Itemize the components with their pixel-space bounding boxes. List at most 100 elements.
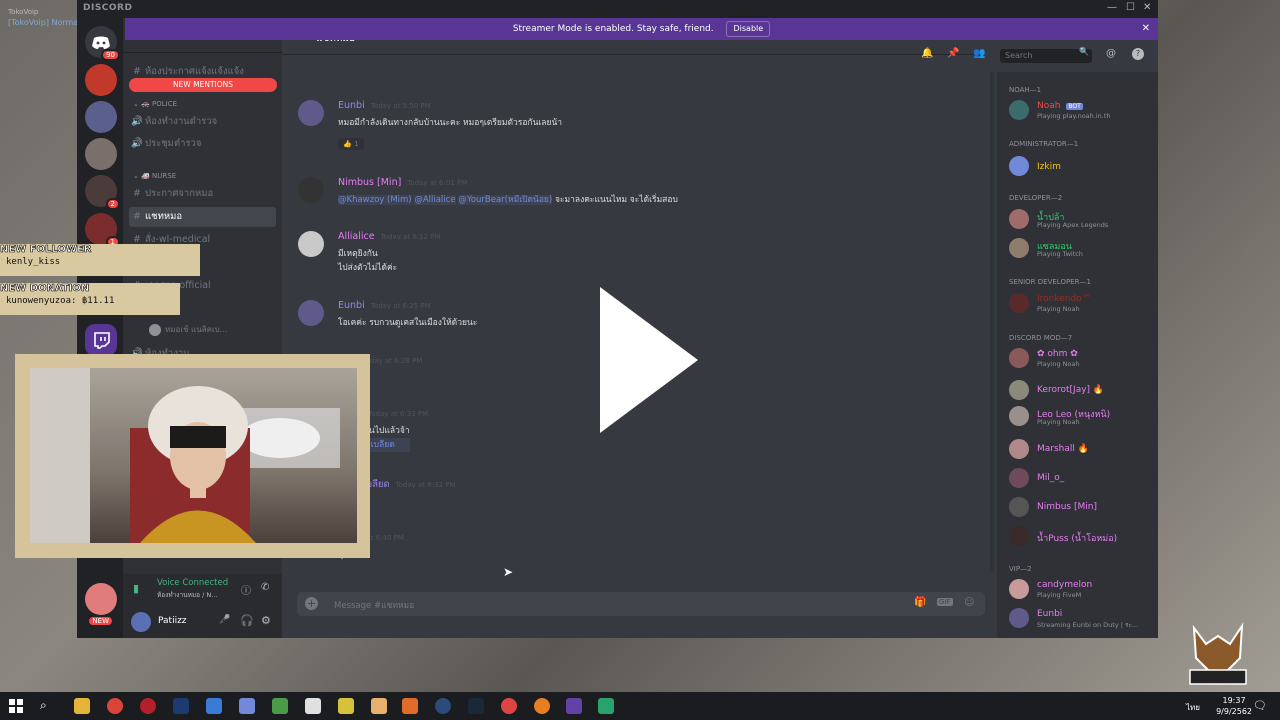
app-icon[interactable] (272, 698, 288, 714)
windows-start-icon[interactable] (8, 698, 24, 714)
help-icon[interactable]: ? (1132, 48, 1144, 60)
title-bar: DISCORD — ☐ ✕ (77, 0, 1158, 18)
message-author[interactable]: rian Today at 6:28 PM (338, 355, 422, 366)
category-police[interactable]: ⌄ 🚓 POLICE (133, 100, 177, 108)
server-icon[interactable]: NEW (85, 583, 117, 627)
timestamp: Today at 5:50 PM (370, 102, 431, 110)
user-panel: Patiizz 🎤 🎧 ⚙ (123, 604, 282, 638)
speaker-icon: 🔊 (131, 116, 143, 127)
emoji-icon[interactable]: ☺ (964, 597, 974, 608)
server-list: 90 2 1 NEW (77, 18, 123, 638)
channel-item[interactable]: # หมอ (129, 253, 276, 273)
twitch-server-icon[interactable] (85, 324, 117, 356)
app-icon[interactable] (534, 698, 550, 714)
voice-user-item[interactable]: หมอเช้ แนลิคเบ... (149, 320, 276, 340)
message-line: ลงคะแนนไปแล้วจ้า (338, 426, 410, 436)
voice-channel-item[interactable]: 🔊 ห้องทำงานตำรวจ (129, 112, 276, 132)
avatar[interactable] (298, 100, 324, 126)
channel-sidebar: NOAH ⌄ #ห้องประกาศแจ้งแจ้งแจ้ง NEW MENTI… (123, 18, 282, 638)
channel-item[interactable]: # สั่ง-wl-medical (129, 230, 276, 250)
category-nurse[interactable]: ⌄ 🚑 NURSE (133, 172, 176, 180)
app-icon[interactable] (140, 698, 156, 714)
message-line: ไปส่งตัวไม่ได้ค่ะ (338, 263, 398, 273)
info-icon[interactable]: ⓘ (241, 582, 251, 597)
app-icon[interactable] (338, 698, 354, 714)
message-author[interactable]: [Min] Today at 6:33 PM (338, 408, 428, 419)
chrome-icon[interactable] (107, 698, 123, 714)
discord-window: DISCORD — ☐ ✕ Streamer Mode is enabled. … (77, 0, 1158, 638)
file-explorer-icon[interactable] (74, 698, 90, 714)
discord-taskbar-icon[interactable] (239, 698, 255, 714)
avatar[interactable] (131, 612, 151, 632)
message-author[interactable]: Eunbi Today at 6:25 PM (338, 300, 431, 311)
close-icon[interactable]: ✕ (1143, 2, 1151, 13)
reaction[interactable]: 👍 1 (338, 138, 364, 150)
maximize-icon[interactable]: ☐ (1126, 2, 1135, 13)
microphone-icon[interactable]: 🎤 (219, 615, 230, 625)
server-icon[interactable] (85, 64, 117, 96)
channel-item[interactable]: # เอกสาร-official (129, 276, 276, 296)
server-icon[interactable]: 1 (85, 213, 120, 248)
notification-icon[interactable]: 🗨 (1253, 699, 1267, 712)
members-icon[interactable]: 👥 (973, 48, 985, 59)
avatar (1009, 238, 1029, 258)
voice-channel-item[interactable]: 🔊 ประชุมตำรวจ (129, 134, 276, 154)
user-mention[interactable]: @Khawzoy (Mim) (338, 195, 412, 205)
gear-icon[interactable]: ⚙ (261, 614, 271, 627)
headphones-icon[interactable]: 🎧 (240, 614, 254, 627)
avatar (1009, 380, 1029, 400)
channel-label: หมอ (145, 257, 164, 268)
avatar[interactable] (298, 177, 324, 203)
gif-icon[interactable]: GIF (937, 598, 953, 606)
avatar[interactable] (298, 231, 324, 257)
message-author[interactable]: Today at 6:40 PM (338, 532, 404, 543)
app-icon[interactable] (402, 698, 418, 714)
mention-icon[interactable]: @ (1106, 48, 1116, 59)
language-indicator[interactable]: ไทย (1186, 701, 1200, 714)
avatar[interactable] (298, 300, 324, 326)
channel-item[interactable]: # ห้องประกาศแจ้งแจ้งแจ้ง (129, 66, 276, 78)
app-icon[interactable] (305, 698, 321, 714)
app-icon[interactable] (598, 698, 614, 714)
message-author[interactable]: Allialice Today at 6:12 PM (338, 231, 441, 242)
minimize-icon[interactable]: — (1107, 2, 1117, 13)
server-icon[interactable] (85, 101, 117, 133)
app-icon[interactable] (371, 698, 387, 714)
twitch-taskbar-icon[interactable] (566, 698, 582, 714)
close-bar-icon[interactable]: ✕ (1142, 18, 1150, 40)
app-icon[interactable] (206, 698, 222, 714)
search-icon[interactable]: ⌕ (40, 698, 56, 714)
role-header: ADMINISTRATOR—1 (1009, 140, 1079, 148)
app-brand: DISCORD (83, 3, 133, 13)
server-icon[interactable] (85, 138, 117, 170)
user-mention[interactable]: @Allialice (414, 195, 456, 205)
message-scrollbar[interactable] (990, 72, 994, 572)
channel-item[interactable]: # ประกาศจากหมอ (129, 184, 276, 204)
home-button[interactable]: 90 (85, 26, 120, 61)
channel-item[interactable]: # หมอ (129, 299, 276, 319)
voice-channel-item[interactable]: 🔊 ห้องทำงาน (129, 344, 276, 364)
message-input[interactable]: + Message #แชทหมอ 🎁 GIF ☺ (297, 592, 985, 616)
message-tail: จะมาลงคะแนนไหม จะได้เริ่มสอบ (554, 195, 678, 205)
upload-plus-icon[interactable]: + (305, 597, 318, 610)
bot-tag: BOT (1066, 103, 1083, 110)
message-author[interactable]: Eunbi Today at 5:50 PM (338, 100, 431, 111)
user-mention[interactable]: @YourBear(หมีเปิดน้อย) (458, 195, 553, 205)
new-mentions-pill[interactable]: NEW MENTIONS (129, 78, 277, 92)
channel-item-active[interactable]: # แชทหมอ (129, 207, 276, 227)
server-icon[interactable]: 2 (85, 175, 120, 210)
bell-icon[interactable]: 🔔 (921, 48, 933, 59)
app-icon[interactable] (435, 698, 451, 714)
photoshop-icon[interactable] (173, 698, 189, 714)
disconnect-icon[interactable]: ✆ (261, 582, 269, 593)
wolf-logo-icon (1189, 622, 1247, 685)
gift-icon[interactable]: 🎁 (914, 597, 926, 608)
message-author[interactable]: Nimbus [Min] Today at 6:01 PM (338, 177, 467, 188)
app-icon[interactable] (501, 698, 517, 714)
pin-icon[interactable]: 📌 (947, 48, 959, 59)
message-author[interactable]: แนลิคเบลียด Today at 6:32 PM (338, 477, 456, 492)
steam-icon[interactable] (468, 698, 484, 714)
streamer-message: Streamer Mode is enabled. Stay safe, fri… (512, 24, 714, 34)
disable-streamer-button[interactable]: Disable (726, 21, 771, 37)
clock[interactable]: 19:37 9/9/2562 (1216, 695, 1252, 717)
